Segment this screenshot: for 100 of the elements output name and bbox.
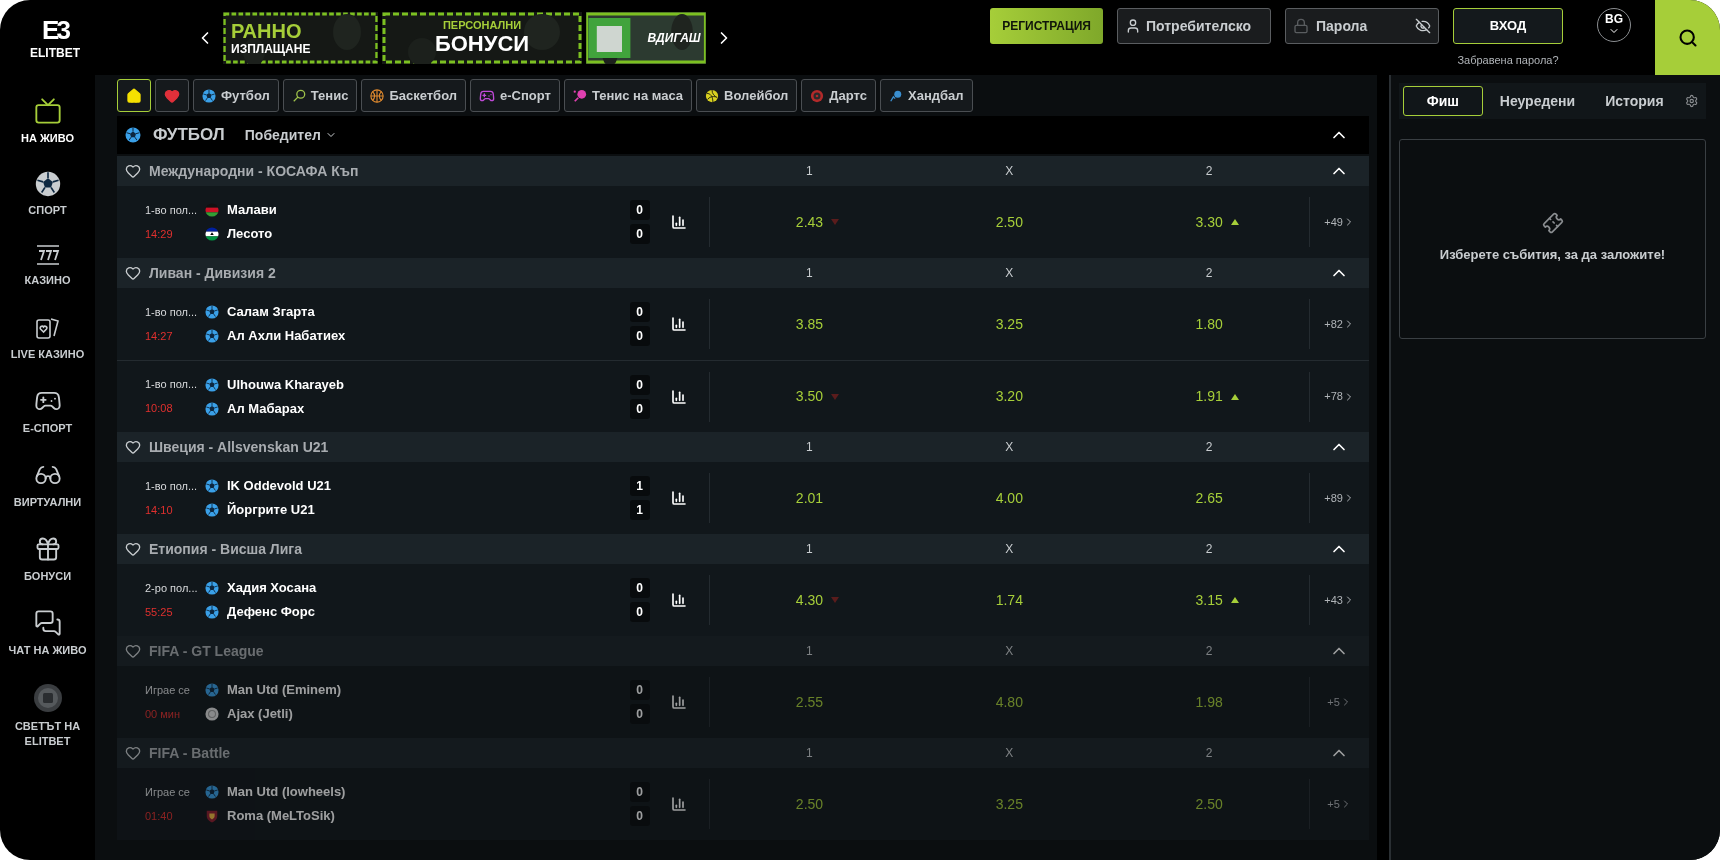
odds-button[interactable]: 2.50 <box>1179 793 1239 815</box>
betslip-tab[interactable]: Фиш <box>1403 86 1483 116</box>
team-score: 0 <box>629 680 650 700</box>
match-clock: 14:10 <box>145 502 174 518</box>
column-heading: 2 <box>1204 163 1214 180</box>
team-score: 0 <box>629 302 650 322</box>
sidebar-item[interactable]: ЧАТ НА ЖИВО <box>0 609 95 658</box>
sport-tab[interactable]: Волейбол <box>696 79 798 112</box>
match-row[interactable]: Играе се Man Utd (lowheels) 0 01:40 Roma (MeLToSik) 0 2.50 3.25 2.50 +5 <box>117 768 1369 840</box>
register-button[interactable]: РЕГИСТРАЦИЯ <box>990 8 1103 44</box>
match-row[interactable]: 2-ро пол... Хадия Хосана 0 55:25 Дефенс Форс 0 4.30 1.74 3.15 +43 <box>117 564 1369 636</box>
promo-banner[interactable]: ВДИГАШ <box>586 11 706 64</box>
column-heading: 1 <box>805 439 814 456</box>
betslip-tab[interactable]: История <box>1592 86 1677 116</box>
odds-button[interactable]: 1.98 <box>1179 691 1239 713</box>
match-row[interactable]: 1-во пол... Ulhouwa Kharayeb 0 10:08 Ал Мабарах 0 3.50 3.20 1.91 +78 <box>117 360 1369 432</box>
sport-tab[interactable]: Тенис на маса <box>563 79 693 112</box>
odds-button[interactable]: 2.55 <box>779 691 840 713</box>
column-heading: 2 <box>1204 439 1214 456</box>
banner-subtitle: БОНУСИ <box>434 33 530 55</box>
match-row[interactable]: 1-во пол... Малави 0 14:29 Лесото 0 2.43 2.50 3.30 +49 <box>117 186 1369 258</box>
odds-button[interactable]: 1.80 <box>1179 313 1239 335</box>
team-name: IK Oddevold U21 <box>227 477 333 496</box>
market-dropdown[interactable]: Победител <box>244 124 337 146</box>
banner-title: ВДИГАШ <box>647 31 701 44</box>
team-score: 0 <box>629 200 650 220</box>
sidebar-item[interactable]: LIVE КАЗИНО <box>0 313 95 362</box>
match-period: 1-во пол... <box>145 304 199 320</box>
team-name: Йоргрите U21 <box>227 501 316 520</box>
more-markets-link[interactable]: +43 <box>1324 591 1355 609</box>
promo-banner[interactable]: ПЕРСОНАЛНИ БОНУСИ <box>382 11 582 64</box>
promo-banner[interactable]: РАННО ИЗПЛАЩАНЕ <box>223 11 378 64</box>
more-markets-link[interactable]: +82 <box>1324 315 1355 333</box>
match-clock: 55:25 <box>145 604 174 620</box>
match-row[interactable]: Играе се Man Utd (Eminem) 0 00 мин Ajax (Jetli) 0 2.55 4.80 1.98 +5 <box>117 666 1369 738</box>
team-name: Ал Ахли Набатиех <box>227 327 347 346</box>
team-score: 0 <box>629 704 650 724</box>
odds-button[interactable]: 2.01 <box>779 487 840 509</box>
team-name: Ал Мабарах <box>227 399 306 418</box>
sidebar-item[interactable]: СВЕТЪТ НА ELITBET <box>0 683 95 749</box>
column-heading: 1 <box>805 745 814 762</box>
odds-button[interactable]: 3.25 <box>979 313 1039 335</box>
team-name: Man Utd (lowheels) <box>227 783 347 802</box>
odds-button[interactable]: 1.74 <box>979 589 1039 611</box>
odds-button[interactable]: 3.30 <box>1179 211 1239 233</box>
team-name: Man Utd (Eminem) <box>227 681 343 700</box>
sidebar-item[interactable]: БОНУСИ <box>0 535 95 584</box>
more-markets-link[interactable]: +49 <box>1324 213 1355 231</box>
sidebar-item[interactable]: СПОРТ <box>0 171 95 218</box>
odds-button[interactable]: 3.50 <box>779 386 840 407</box>
sport-tab[interactable]: Тенис <box>282 79 358 112</box>
match-clock: 14:27 <box>145 328 174 344</box>
league-name: FIFA - Battle <box>149 743 231 763</box>
odds-button[interactable]: 2.43 <box>779 211 840 233</box>
team-name: Дефенс Форс <box>227 603 316 622</box>
odds-button[interactable]: 3.15 <box>1179 589 1239 611</box>
match-row[interactable]: 1-во пол... IK Oddevold U21 1 14:10 Йоргрите U21 1 2.01 4.00 2.65 +89 <box>117 462 1369 534</box>
sport-tab[interactable]: Хандбал <box>880 79 973 112</box>
more-markets-link[interactable]: +89 <box>1324 489 1355 507</box>
login-button[interactable]: ВХОД <box>1453 8 1563 44</box>
column-heading: X <box>1004 643 1015 660</box>
odds-button[interactable]: 2.50 <box>979 211 1039 233</box>
column-heading: X <box>1004 163 1015 180</box>
odds-button[interactable]: 3.20 <box>979 386 1039 407</box>
sport-tab[interactable]: Футбол <box>193 79 279 112</box>
sidebar-item[interactable]: НА ЖИВО <box>0 97 95 146</box>
league-name: Международни - КОСАФА Къп <box>149 161 359 181</box>
team-score: 0 <box>629 806 650 826</box>
betslip-tab[interactable]: Неуредени <box>1486 86 1589 116</box>
team-score: 0 <box>629 602 650 622</box>
odds-button[interactable]: 3.25 <box>979 793 1039 815</box>
odds-button[interactable]: 3.85 <box>779 313 840 335</box>
sidebar-item[interactable]: E-СПОРТ <box>0 387 95 436</box>
team-name: Ajax (Jetli) <box>227 705 294 724</box>
team-score: 0 <box>629 398 650 419</box>
sport-tab[interactable]: Дартс <box>801 79 877 112</box>
more-markets-link[interactable]: +5 <box>1327 795 1352 813</box>
odds-button[interactable]: 2.50 <box>779 793 840 815</box>
team-score: 1 <box>629 500 650 520</box>
sidebar-item[interactable]: КАЗИНО <box>0 243 95 288</box>
column-heading: X <box>1004 265 1015 282</box>
odds-button[interactable]: 4.80 <box>979 691 1039 713</box>
sport-tab[interactable]: Баскетбол <box>361 79 466 112</box>
match-period: Играе се <box>145 682 191 698</box>
column-heading: X <box>1004 541 1015 558</box>
username-field[interactable]: Потребителско <box>1117 8 1271 44</box>
forgot-password-link[interactable]: Забравена парола? <box>1457 52 1559 69</box>
column-heading: 2 <box>1204 643 1214 660</box>
odds-button[interactable]: 4.30 <box>779 589 840 611</box>
odds-button[interactable]: 2.65 <box>1179 487 1239 509</box>
column-heading: 1 <box>805 163 814 180</box>
sidebar-item[interactable]: ВИРТУАЛНИ <box>0 461 95 510</box>
more-markets-link[interactable]: +78 <box>1324 388 1355 405</box>
more-markets-link[interactable]: +5 <box>1327 693 1352 711</box>
brand-logo[interactable]: E3 <box>42 16 68 43</box>
match-row[interactable]: 1-во пол... Салам Згарта 0 14:27 Ал Ахли Набатиех 0 3.85 3.25 1.80 +82 <box>117 288 1369 360</box>
odds-button[interactable]: 1.91 <box>1179 386 1239 407</box>
password-field[interactable]: Парола <box>1285 8 1439 44</box>
odds-button[interactable]: 4.00 <box>979 487 1039 509</box>
sport-tab[interactable]: e-Спорт <box>470 79 560 112</box>
